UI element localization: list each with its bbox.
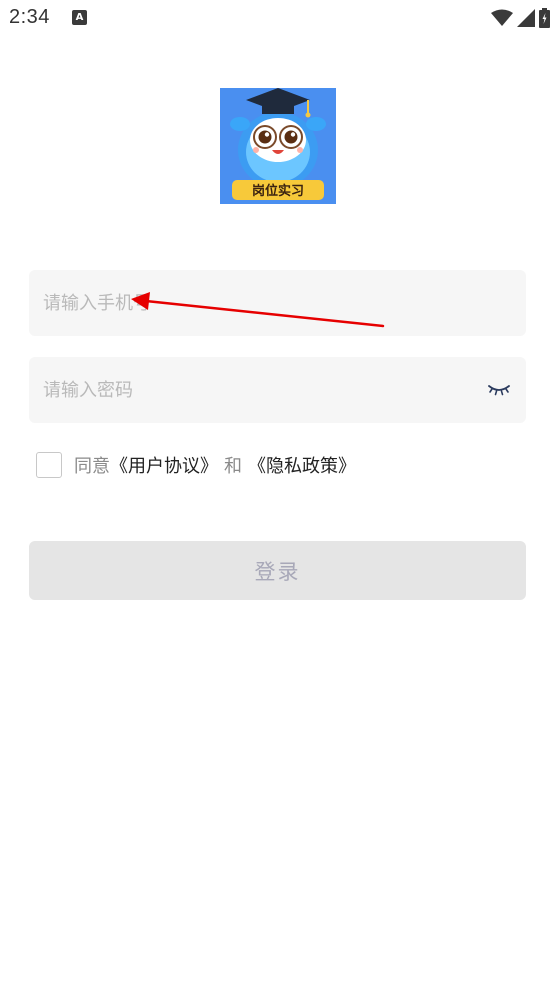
status-icons: [491, 7, 550, 29]
and-label: 和: [224, 456, 242, 477]
status-time: 2:34: [9, 6, 50, 28]
eye-closed-icon[interactable]: [488, 381, 510, 397]
a-icon: A: [72, 10, 87, 25]
battery-icon: [539, 8, 550, 28]
agreement-row: 同意 《用户协议》 和 《隐私政策》: [36, 451, 356, 479]
app-logo: 岗位实习: [220, 88, 336, 204]
status-bar: 2:34 A: [0, 0, 554, 38]
privacy-policy-link[interactable]: 《隐私政策》: [248, 452, 356, 478]
phone-input[interactable]: [29, 270, 526, 336]
logo-text: 岗位实习: [252, 183, 304, 199]
password-field-container: [29, 357, 526, 423]
signal-icon: [517, 9, 535, 27]
agreement-checkbox[interactable]: [36, 452, 62, 478]
user-agreement-link[interactable]: 《用户协议》: [110, 452, 218, 478]
login-button[interactable]: 登录: [29, 541, 526, 600]
password-input[interactable]: [29, 357, 526, 423]
phone-field-container: [29, 270, 526, 336]
agree-label: 同意: [74, 456, 110, 477]
wifi-icon: [491, 9, 513, 26]
